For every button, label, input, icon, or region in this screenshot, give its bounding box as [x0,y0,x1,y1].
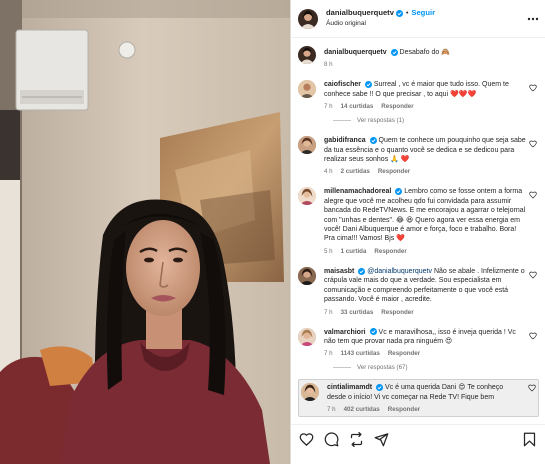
wall-clock [118,41,136,59]
avatar[interactable] [298,46,316,64]
view-replies[interactable]: Ver respostas (67) [333,364,539,371]
comment-emoji: ❤️ [396,235,405,243]
verified-badge-icon [369,136,377,144]
reply-button[interactable]: Responder [388,406,420,413]
heart-icon[interactable] [299,432,314,447]
comment-username[interactable]: valmarchiori [324,329,366,336]
comment-username[interactable]: millenamachadoreal [324,188,391,195]
verified-badge-icon [390,48,398,56]
avatar[interactable] [301,383,319,402]
reply-button[interactable]: Responder [388,350,420,357]
reel-video[interactable] [0,0,290,464]
post-header: danialbuquerquetv • Seguir Áudio origina… [291,0,545,38]
verified-badge-icon [376,383,384,391]
comment-likes[interactable]: 1 curtida [341,248,367,255]
comment-time: 7 h [327,406,336,414]
comment-like-heart-icon[interactable] [529,140,537,148]
comment-username[interactable]: caiofischer [324,81,361,88]
comment-like-heart-icon[interactable] [529,332,537,340]
comment-emoji: ❤️❤️❤️ [450,90,477,98]
comment-username[interactable]: cintialimamdt [327,384,372,391]
avatar[interactable] [298,187,316,206]
comment-time: 7 h [324,350,333,358]
share-icon[interactable] [349,432,364,447]
follow-button[interactable]: Seguir [411,9,435,18]
comment-time: 7 h [324,103,333,111]
comment-emoji: 🙏 ❤️ [390,156,410,164]
mention-link[interactable]: @danialbuquerquetv [367,268,432,275]
comment-likes[interactable]: 2 curtidas [341,168,370,175]
comment-time: 5 h [324,247,333,255]
caption-username[interactable]: danialbuquerquetv [324,49,387,56]
view-replies[interactable]: Ver respostas (1) [333,117,539,124]
avatar[interactable] [298,266,316,285]
comment-likes[interactable]: 14 curtidas [341,103,374,110]
audio-link[interactable]: Áudio original [326,20,527,28]
comment-username[interactable]: gabidifranca [324,137,366,144]
avatar[interactable] [298,80,316,99]
caption-emoji: 🙈 [441,49,450,56]
verified-badge-icon [395,10,403,18]
comment-item: caiofischer Surreal , vc é maior que tud… [298,80,539,110]
comment-like-heart-icon[interactable] [529,191,537,199]
avatar[interactable] [298,136,316,155]
comment-text: Vc é uma querida Dani [385,384,457,392]
bookmark-icon[interactable] [522,432,537,447]
caption-text: Desabafo do [399,49,440,56]
avatar[interactable] [298,327,316,346]
verified-badge-icon [369,328,377,336]
verified-badge-icon [395,188,403,196]
comment-emoji: 😍 [458,384,466,392]
comment-like-heart-icon[interactable] [529,271,537,279]
comment-time: 4 h [324,168,333,176]
reply-button[interactable]: Responder [381,103,413,110]
post-panel: danialbuquerquetv • Seguir Áudio origina… [290,0,545,464]
comment-item: gabidifranca Quem te conhece um pouquinh… [298,136,539,175]
reply-button[interactable]: Responder [374,248,406,255]
comment-icon[interactable] [324,432,339,447]
reply-button[interactable]: Responder [381,309,413,316]
reply-button[interactable]: Responder [378,168,410,175]
avatar[interactable] [298,8,318,29]
comment-item: maisasbt @danialbuquerquetv Não se abale… [298,266,539,316]
comment-likes[interactable]: 1143 curtidas [341,350,380,357]
air-conditioner [15,29,89,111]
comment-like-heart-icon[interactable] [529,84,537,92]
comment-emoji: 😍 [445,337,453,345]
view-replies-label[interactable]: Ver respostas (1) [357,117,404,124]
verified-badge-icon [364,81,372,89]
action-bar [291,424,545,464]
comments-list[interactable]: danialbuquerquetv Desabafo do 🙈 8 h caio… [291,38,545,424]
comment-time: 7 h [324,308,333,316]
post-username[interactable]: danialbuquerquetv [326,9,394,18]
caption: danialbuquerquetv Desabafo do 🙈 8 h [298,46,539,68]
comment-item-highlighted: cintialimamdt Vc é uma querida Dani 😍 Te… [298,379,539,418]
video-frame [0,0,290,464]
comment-item: millenamachadoreal Lembro como se fosse … [298,187,539,255]
comment-likes[interactable]: 33 curtidas [341,309,374,316]
comment-item: valmarchiori Vc e maravilhosa,, isso é i… [298,327,539,358]
caption-time: 8 h [324,61,333,69]
send-icon[interactable] [374,432,389,447]
comment-like-heart-icon[interactable] [528,384,536,392]
separator-dot: • [405,9,409,17]
comment-username[interactable]: maisasbt [324,268,354,275]
comment-emoji: 😂 😆 [395,216,414,224]
view-replies-label[interactable]: Ver respostas (67) [357,364,408,371]
comment-likes[interactable]: 402 curtidas [344,406,380,413]
more-options-icon[interactable] [527,13,539,25]
verified-badge-icon [358,267,366,275]
